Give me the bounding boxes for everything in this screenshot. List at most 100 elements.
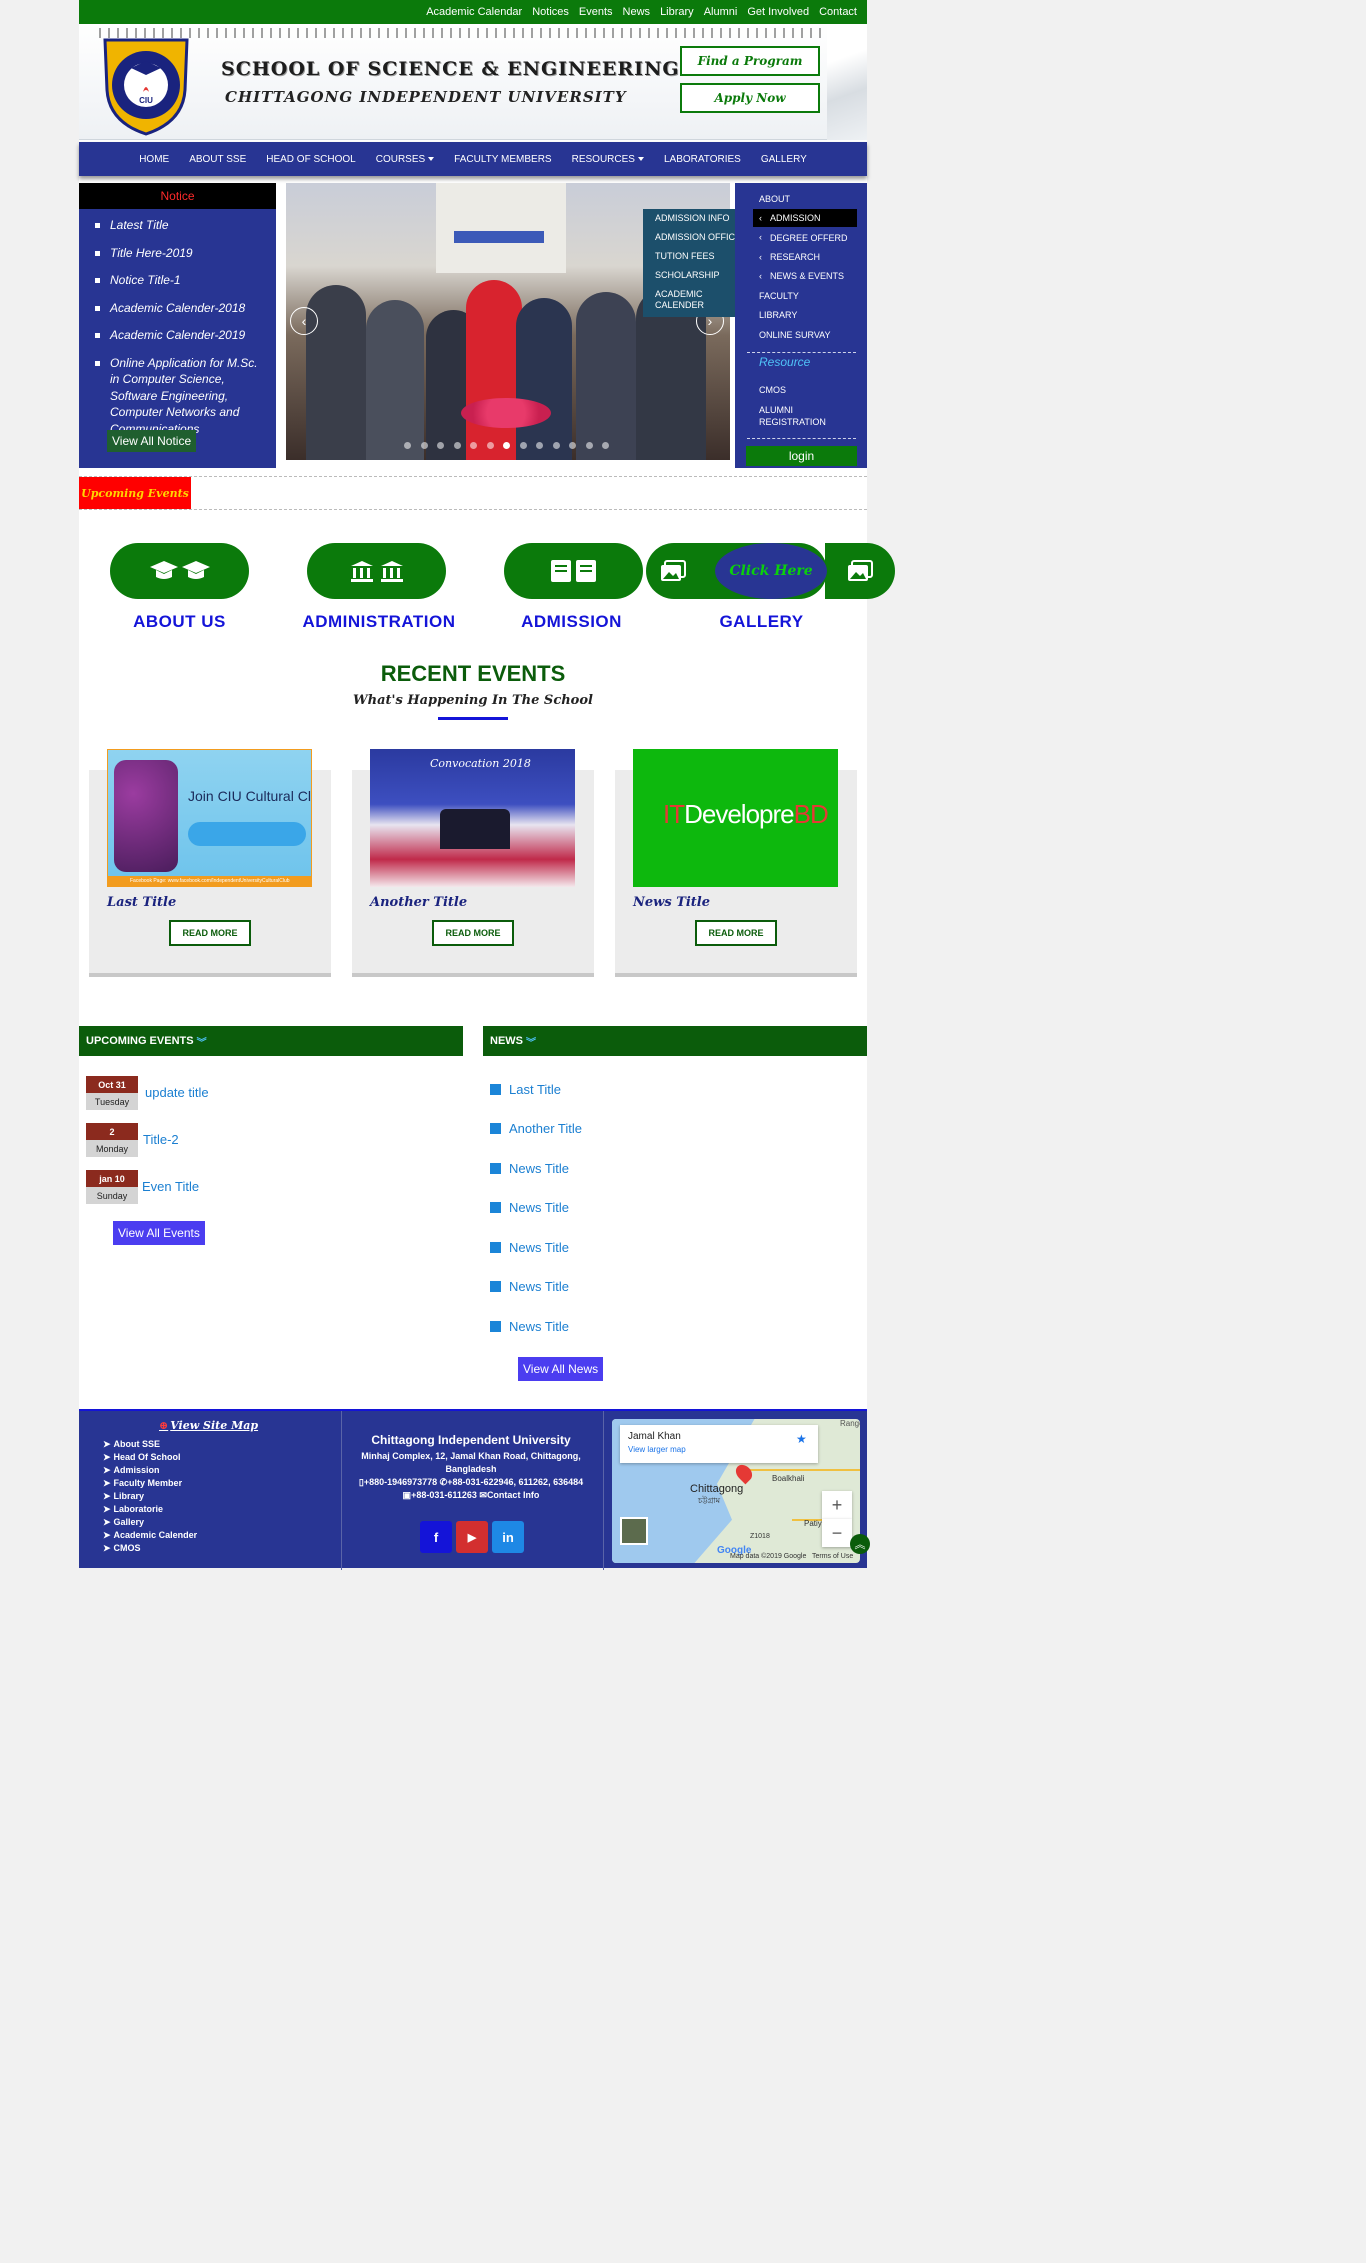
slider-prev-arrow-icon[interactable]: ‹ — [290, 307, 318, 335]
click-here-button[interactable]: Click Here — [715, 543, 827, 599]
nav-head-of-school[interactable]: HEAD OF SCHOOL — [266, 154, 355, 165]
topbar-link-library[interactable]: Library — [660, 6, 694, 18]
news-item[interactable]: Last Title — [490, 1082, 561, 1097]
gallery-button-end[interactable] — [825, 543, 895, 599]
read-more-button[interactable]: READ MORE — [169, 920, 251, 946]
news-item[interactable]: News Title — [490, 1161, 569, 1176]
about-us-label[interactable]: ABOUT US — [110, 612, 249, 632]
youtube-icon[interactable]: ▶ — [456, 1521, 488, 1553]
nav-about-sse[interactable]: ABOUT SSE — [189, 154, 246, 165]
slider-dot[interactable] — [569, 442, 576, 449]
upcoming-events-label[interactable]: Upcoming Events — [79, 477, 191, 509]
event-card-title[interactable]: News Title — [633, 895, 710, 910]
topbar-link-contact[interactable]: Contact — [819, 6, 857, 18]
event-card-image[interactable]: Join CIU Cultural Club Facebook Page: ww… — [107, 749, 312, 887]
notice-item[interactable]: Academic Calender-2019 — [95, 327, 266, 344]
administration-button[interactable] — [307, 543, 446, 599]
nav-courses[interactable]: COURSES — [376, 154, 435, 165]
administration-label[interactable]: ADMINISTRATION — [299, 612, 459, 632]
event-card-title[interactable]: Another Title — [370, 895, 467, 910]
footer-link[interactable]: ➤ Head Of School — [103, 1452, 181, 1463]
slider-dot[interactable] — [437, 442, 444, 449]
event-card-title[interactable]: Last Title — [107, 895, 176, 910]
menu-item-research[interactable]: RESEARCH — [770, 252, 820, 263]
slider-dot[interactable] — [470, 442, 477, 449]
slider-dot[interactable] — [585, 442, 593, 449]
event-card-image[interactable]: Convocation 2018 — [370, 749, 575, 887]
zoom-out-button[interactable]: − — [822, 1519, 852, 1547]
read-more-button[interactable]: READ MORE — [695, 920, 777, 946]
topbar-link-academic-calendar[interactable]: Academic Calendar — [426, 6, 522, 18]
nav-faculty-members[interactable]: FACULTY MEMBERS — [454, 154, 551, 165]
news-item[interactable]: News Title — [490, 1240, 569, 1255]
event-title-link[interactable]: Even Title — [142, 1179, 199, 1194]
nav-gallery[interactable]: GALLERY — [761, 154, 807, 165]
view-all-notice-button[interactable]: View All Notice — [107, 430, 197, 452]
footer-link[interactable]: ➤ Admission — [103, 1465, 160, 1476]
view-site-map-link[interactable]: ⊕ View Site Map — [159, 1419, 258, 1432]
menu-item-cmos[interactable]: CMOS — [759, 385, 786, 396]
footer-link[interactable]: ➤ About SSE — [103, 1439, 160, 1450]
menu-item-online-survay[interactable]: ONLINE SURVAY — [759, 330, 831, 341]
footer-link[interactable]: ➤ Laboratorie — [103, 1504, 163, 1515]
footer-link[interactable]: ➤ Academic Calender — [103, 1530, 197, 1541]
gallery-label[interactable]: GALLERY — [692, 612, 831, 632]
scroll-to-top-icon[interactable]: ︽ — [850, 1534, 870, 1554]
slider-dot[interactable] — [552, 442, 560, 449]
event-card-image[interactable]: ITDevelopreBD — [633, 749, 838, 887]
find-program-button[interactable]: Find a Program — [680, 46, 820, 76]
slider-dot[interactable] — [420, 442, 428, 449]
news-item[interactable]: News Title — [490, 1279, 569, 1294]
slider-dot[interactable] — [602, 442, 609, 449]
event-title-link[interactable]: update title — [145, 1085, 209, 1100]
about-us-button[interactable] — [110, 543, 249, 599]
event-title-link[interactable]: Title-2 — [143, 1132, 179, 1147]
footer-link[interactable]: ➤ CMOS — [103, 1543, 141, 1554]
admission-label[interactable]: ADMISSION — [502, 612, 641, 632]
notice-item[interactable]: Title Here-2019 — [95, 245, 266, 262]
notice-item[interactable]: Online Application for M.Sc. in Computer… — [95, 355, 266, 438]
topbar-link-notices[interactable]: Notices — [532, 6, 569, 18]
star-icon[interactable]: ★ — [796, 1432, 807, 1446]
menu-item-admission[interactable]: ADMISSION — [770, 213, 821, 224]
university-logo[interactable]: CIU — [91, 30, 201, 138]
slider-dot[interactable] — [453, 442, 461, 449]
login-button[interactable]: login — [746, 446, 857, 466]
nav-home[interactable]: HOME — [139, 154, 169, 165]
menu-item-alumni-registration[interactable]: ALUMNI REGISTRATION — [759, 404, 829, 428]
topbar-link-alumni[interactable]: Alumni — [704, 6, 738, 18]
nav-laboratories[interactable]: LABORATORIES — [664, 154, 741, 165]
slider-dot[interactable] — [404, 442, 411, 449]
topbar-link-get-involved[interactable]: Get Involved — [747, 6, 809, 18]
slider-dot[interactable] — [536, 442, 543, 449]
notice-item[interactable]: Latest Title — [95, 217, 266, 234]
facebook-icon[interactable]: f — [420, 1521, 452, 1553]
notice-item[interactable]: Notice Title-1 — [95, 272, 266, 289]
admission-button[interactable] — [504, 543, 643, 599]
footer-link[interactable]: ➤ Faculty Member — [103, 1478, 182, 1489]
contact-info-link[interactable]: Contact Info — [487, 1490, 540, 1500]
notice-item[interactable]: Academic Calender-2018 — [95, 300, 266, 317]
map-terms[interactable]: Terms of Use — [812, 1553, 853, 1560]
menu-item-news-events[interactable]: NEWS & EVENTS — [770, 271, 844, 282]
zoom-in-button[interactable]: + — [822, 1491, 852, 1519]
slider-dot[interactable] — [519, 442, 527, 449]
topbar-link-news[interactable]: News — [623, 6, 651, 18]
satellite-view-thumbnail[interactable] — [620, 1517, 648, 1545]
read-more-button[interactable]: READ MORE — [432, 920, 514, 946]
menu-item-library[interactable]: LIBRARY — [759, 310, 797, 321]
dropdown-item-academic-calender[interactable]: ACADEMIC CALENDER — [643, 289, 713, 311]
view-all-events-button[interactable]: View All Events — [113, 1221, 205, 1245]
footer-link[interactable]: ➤ Library — [103, 1491, 144, 1502]
google-map[interactable]: Range Jamal Khan View larger map ★ Chitt… — [612, 1419, 860, 1563]
news-item[interactable]: News Title — [490, 1200, 569, 1215]
nav-resources[interactable]: RESOURCES — [572, 154, 644, 165]
news-item[interactable]: Another Title — [490, 1121, 582, 1136]
news-item[interactable]: News Title — [490, 1319, 569, 1334]
slider-dot[interactable] — [486, 442, 494, 449]
view-larger-map-link[interactable]: View larger map — [628, 1445, 686, 1454]
menu-item-degree-offerd[interactable]: DEGREE OFFERD — [770, 233, 848, 244]
slider-dot[interactable] — [503, 442, 510, 449]
view-all-news-button[interactable]: View All News — [518, 1357, 604, 1381]
linkedin-icon[interactable]: in — [492, 1521, 524, 1553]
